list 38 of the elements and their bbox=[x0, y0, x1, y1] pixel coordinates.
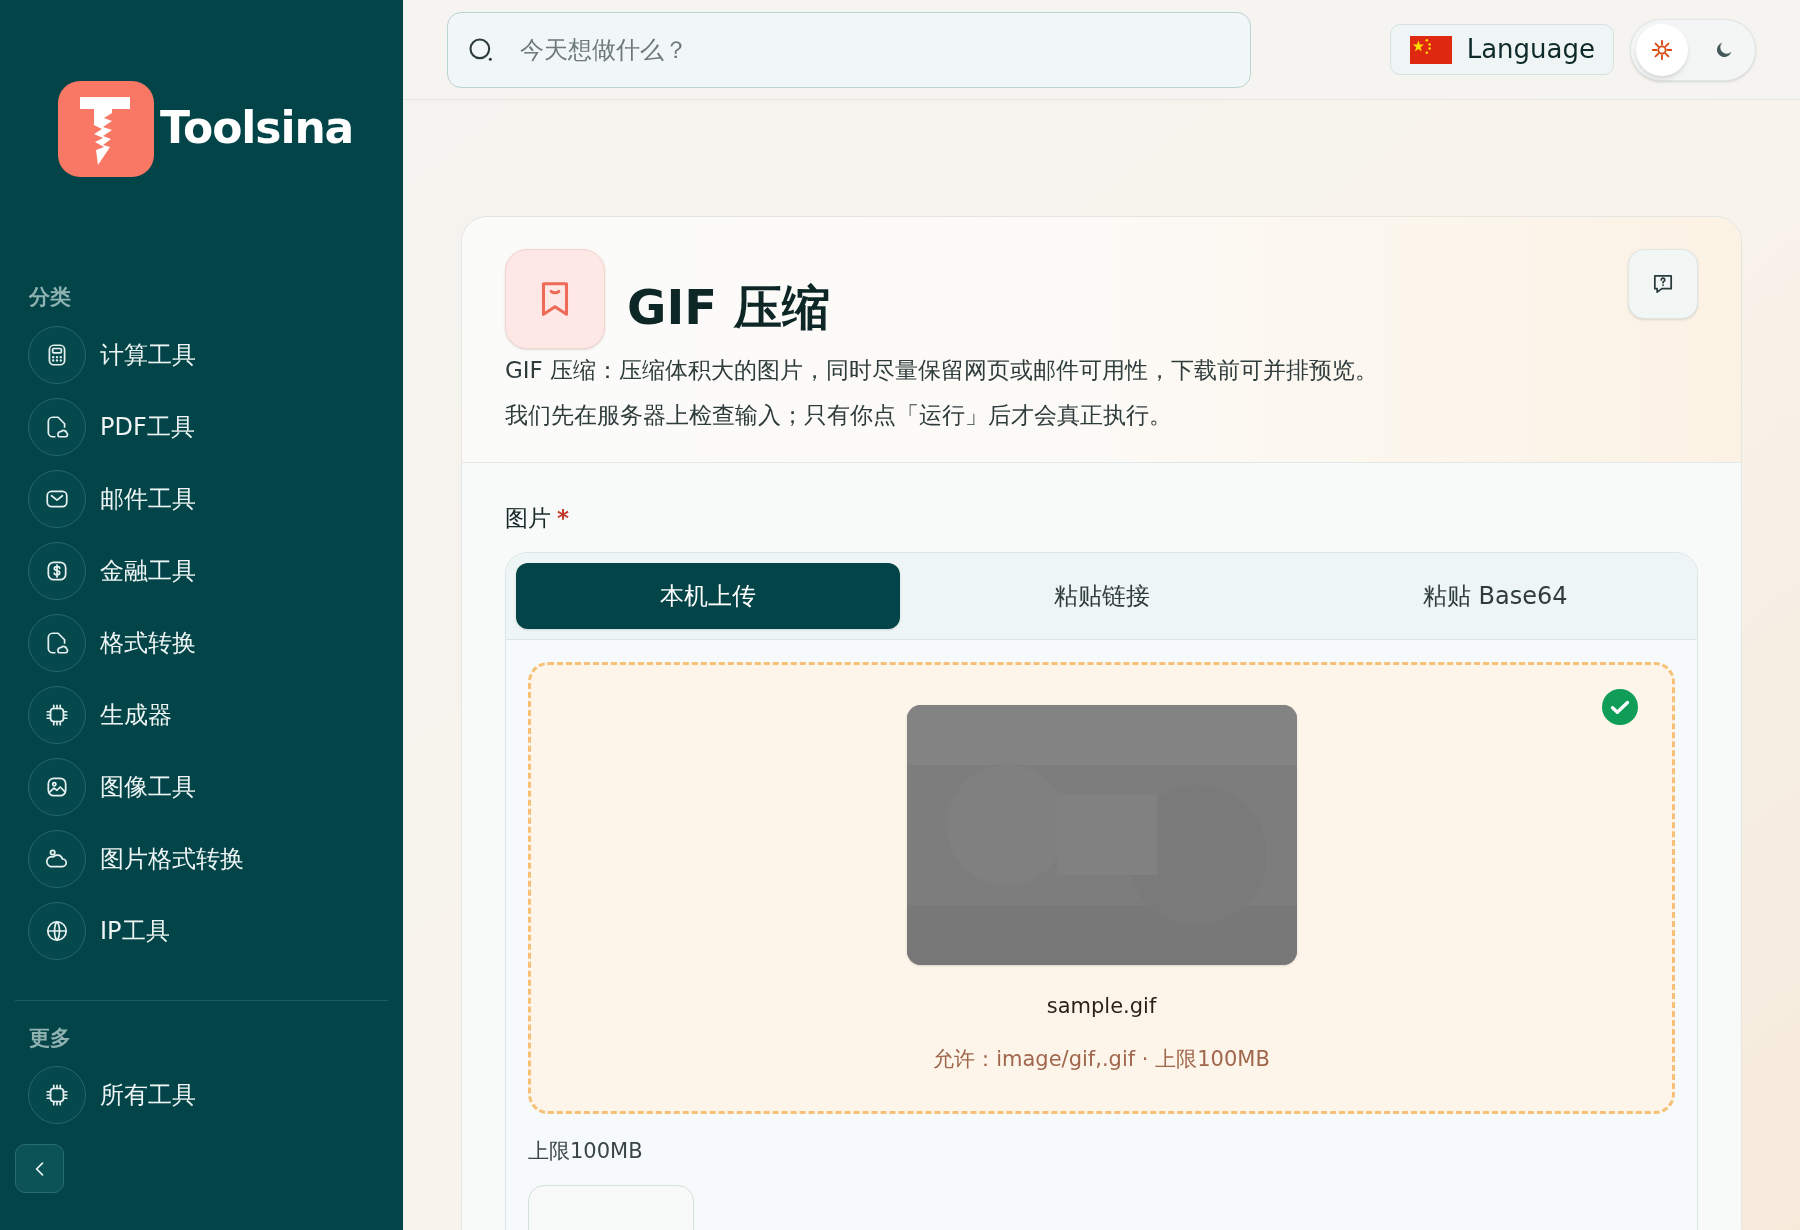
description-text: 我们先在服务器上检查输入；只有你点「运行」后才会真正执行。 bbox=[505, 400, 1173, 430]
tool-title: GIF 压缩 bbox=[627, 278, 830, 337]
drop-zone[interactable]: sample.gif 允许：image/gif,.gif · 上限100MB bbox=[528, 661, 1675, 1114]
chip-icon bbox=[44, 701, 70, 728]
sidebar-item[interactable]: IP工具 bbox=[28, 901, 403, 960]
theme-option[interactable] bbox=[1636, 23, 1688, 76]
sidebar-item[interactable]: 图片格式转换 bbox=[28, 829, 403, 888]
sidebar-item[interactable]: 计算工具 bbox=[28, 325, 403, 384]
sidebar-item[interactable]: PDF工具 bbox=[28, 397, 403, 456]
sidebar-item[interactable]: 图像工具 bbox=[28, 757, 403, 816]
brand-name: Toolsina bbox=[160, 101, 354, 155]
section-heading: 分类 bbox=[27, 284, 72, 311]
sidebar-item[interactable]: 所有工具 bbox=[28, 1066, 388, 1124]
flag-icon bbox=[1408, 35, 1453, 64]
sidebar-item[interactable]: 金融工具 bbox=[28, 541, 403, 600]
language-button[interactable]: Language bbox=[1389, 24, 1614, 75]
source-tab[interactable]: 本机上传 bbox=[516, 562, 900, 629]
logo-icon bbox=[58, 81, 154, 177]
file-icon bbox=[44, 629, 70, 656]
sidebar-item[interactable]: 生成器 bbox=[28, 685, 403, 744]
required-asterisk: * bbox=[557, 504, 570, 533]
search-field[interactable]: 今天想做什么？ bbox=[447, 11, 1251, 88]
file-name: sample.gif bbox=[1046, 992, 1157, 1020]
field-label: 图片 bbox=[505, 504, 551, 533]
sidebar-item[interactable]: 格式转换 bbox=[28, 613, 403, 672]
source-tab[interactable]: 粘贴 Base64 bbox=[1303, 562, 1687, 629]
search-icon bbox=[467, 35, 495, 64]
help-button[interactable] bbox=[1628, 249, 1698, 319]
source-tab[interactable]: 粘贴链接 bbox=[909, 562, 1294, 629]
file-hint: 允许：image/gif,.gif · 上限100MB bbox=[933, 1046, 1270, 1073]
sidebar-item[interactable]: 邮件工具 bbox=[28, 469, 403, 528]
description-text: GIF 压缩：压缩体积大的图片，同时尽量保留网页或邮件可用性，下载前可并排预览。 bbox=[505, 356, 1380, 385]
collapse-button[interactable] bbox=[15, 1144, 64, 1193]
section-heading: 更多 bbox=[28, 1024, 72, 1052]
chip-icon bbox=[44, 1082, 70, 1108]
size-limit: 上限100MB bbox=[528, 1137, 644, 1165]
file-icon bbox=[44, 413, 70, 440]
sun-icon bbox=[1651, 38, 1673, 61]
